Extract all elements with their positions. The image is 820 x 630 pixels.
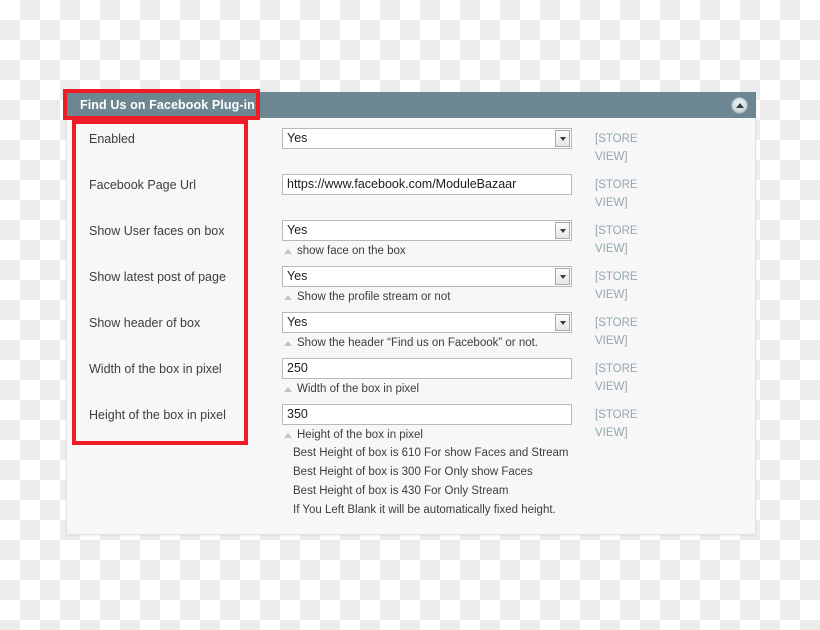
chevron-down-glyph (559, 136, 566, 141)
field-column: https://www.facebook.com/ModuleBazaar (282, 174, 577, 195)
text-input[interactable]: 350 (282, 404, 572, 425)
chevron-down-icon[interactable] (555, 268, 570, 285)
field-label: Width of the box in pixel (89, 362, 222, 376)
field-column: Yes Show the profile stream or not (282, 266, 577, 305)
select-value[interactable]: Yes (282, 220, 572, 241)
text-input[interactable]: https://www.facebook.com/ModuleBazaar (282, 174, 572, 195)
config-row: Width of the box in pixel 250 Width of the… (67, 358, 755, 404)
field-note: If You Left Blank it will be automatical… (293, 504, 556, 516)
triangle-up-small-icon (284, 387, 292, 392)
config-row: Height of the box in pixel 350 Height of t… (67, 404, 755, 519)
field-hint: Show the profile stream or not (282, 290, 577, 305)
field-hint-text: Show the header “Find us on Facebook” or… (297, 337, 539, 349)
page-title: Find Us on Facebook Plug-in (80, 98, 255, 112)
field-label: Facebook Page Url (89, 178, 197, 192)
scope-label: [STORE VIEW] (595, 271, 638, 301)
chevron-down-glyph (559, 274, 566, 279)
field-hint-text: show face on the box (297, 245, 406, 257)
triangle-up-small-icon (284, 295, 292, 300)
field-label: Show latest post of page (89, 270, 226, 284)
select-value[interactable]: Yes (282, 128, 572, 149)
field-hint-text: Height of the box in pixel (297, 429, 423, 441)
config-row: Enabled Yes [STORE VIEW] (67, 128, 755, 174)
chevron-down-glyph (559, 320, 566, 325)
config-rows: Enabled Yes [STORE VIEW] Facebook Page Url h… (67, 118, 755, 519)
chevron-down-icon[interactable] (555, 130, 570, 147)
field-label: Enabled (89, 132, 135, 146)
field-note: Best Height of box is 430 For Only Strea… (293, 485, 509, 497)
field-column: Yes show face on the box (282, 220, 577, 259)
field-hint: Show the header “Find us on Facebook” or… (282, 336, 577, 351)
select-wrapper[interactable]: Yes (282, 312, 572, 333)
field-hint-text: Width of the box in pixel (297, 383, 420, 395)
scope-label: [STORE VIEW] (595, 179, 638, 209)
scope-label: [STORE VIEW] (595, 363, 638, 393)
field-label: Show header of box (89, 316, 201, 330)
field-column: 350 Height of the box in pixel Best Height… (282, 404, 577, 519)
select-value[interactable]: Yes (282, 312, 572, 333)
scope-label: [STORE VIEW] (595, 409, 638, 439)
chevron-down-icon[interactable] (555, 222, 570, 239)
field-note: Best Height of box is 300 For Only show … (293, 466, 533, 478)
config-row: Facebook Page Url https://www.facebook.co… (67, 174, 755, 220)
select-value[interactable]: Yes (282, 266, 572, 287)
field-label: Show User faces on box (89, 224, 225, 238)
field-column: Yes (282, 128, 577, 149)
field-column: Yes Show the header “Find us on Facebook”… (282, 312, 577, 351)
triangle-up-glyph (735, 102, 744, 108)
triangle-up-icon[interactable] (731, 96, 748, 114)
field-note: Best Height of box is 610 For show Faces… (293, 447, 569, 459)
select-wrapper[interactable]: Yes (282, 220, 572, 241)
field-hint: Height of the box in pixel (282, 428, 577, 443)
triangle-up-small-icon (284, 249, 292, 254)
triangle-up-small-icon (284, 433, 292, 438)
config-row: Show User faces on box Yes show face on th… (67, 220, 755, 266)
field-label: Height of the box in pixel (89, 408, 226, 422)
field-hint: show face on the box (282, 244, 577, 259)
chevron-down-glyph (559, 228, 566, 233)
panel-header[interactable]: Find Us on Facebook Plug-in (66, 92, 756, 118)
triangle-up-small-icon (284, 341, 292, 346)
select-wrapper[interactable]: Yes (282, 128, 572, 149)
config-row: Show latest post of page Yes Show the prof… (67, 266, 755, 312)
chevron-down-icon[interactable] (555, 314, 570, 331)
config-panel: Enabled Yes [STORE VIEW] Facebook Page Url h… (66, 92, 756, 535)
field-column: 250 Width of the box in pixel (282, 358, 577, 397)
select-wrapper[interactable]: Yes (282, 266, 572, 287)
config-row: Show header of box Yes Show the header “Fi… (67, 312, 755, 358)
scope-label: [STORE VIEW] (595, 225, 638, 255)
field-hint-text: Show the profile stream or not (297, 291, 451, 303)
text-input[interactable]: 250 (282, 358, 572, 379)
field-hint: Width of the box in pixel (282, 382, 577, 397)
scope-label: [STORE VIEW] (595, 317, 638, 347)
scope-label: [STORE VIEW] (595, 133, 638, 163)
